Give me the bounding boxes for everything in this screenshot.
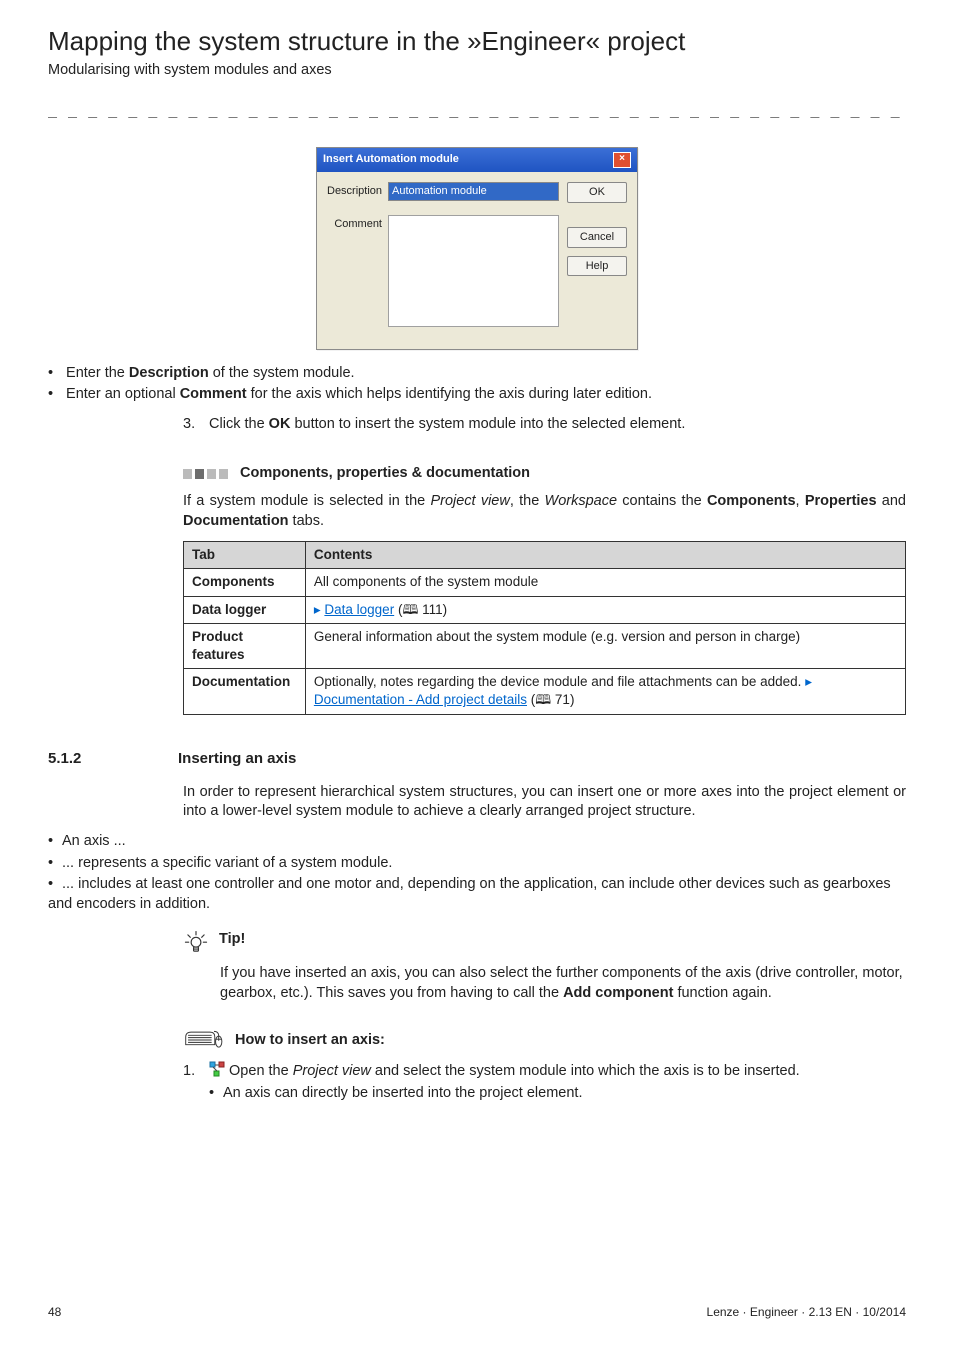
page-subtitle: Modularising with system modules and axe… (48, 61, 906, 81)
sec512-lead: In order to represent hierarchical syste… (183, 783, 906, 822)
description-input[interactable]: Automation module (388, 182, 559, 201)
tabs-table: Tab Contents Components All components o… (183, 541, 906, 715)
dialog-titlebar: Insert Automation module × (317, 148, 637, 172)
howto-step-1: 1. Open the Project view and select the … (183, 1061, 906, 1103)
dialog-title-text: Insert Automation module (323, 152, 459, 167)
help-button[interactable]: Help (567, 256, 627, 277)
section-5-1-2-heading: 5.1.2 Inserting an axis (48, 749, 906, 769)
table-row: Product features General information abo… (184, 623, 906, 668)
comment-textarea[interactable] (388, 215, 559, 327)
table-row: Documentation Optionally, notes regardin… (184, 669, 906, 714)
tip-label: Tip! (219, 930, 245, 950)
bullet-axis: •An axis ... (48, 832, 906, 852)
description-label: Description (327, 182, 382, 199)
cancel-button[interactable]: Cancel (567, 227, 627, 248)
footer-meta: Lenze · Engineer · 2.13 EN · 10/2014 (707, 1304, 906, 1320)
components-section-heading: Components, properties & documentation (183, 464, 906, 484)
bullet-axis-variant: •... represents a specific variant of a … (48, 854, 906, 874)
comment-label: Comment (327, 215, 382, 232)
table-row: Components All components of the system … (184, 569, 906, 596)
th-contents: Contents (305, 542, 905, 569)
page-footer: 48 Lenze · Engineer · 2.13 EN · 10/2014 (48, 1304, 906, 1320)
link-data-logger[interactable]: Data logger (324, 602, 394, 617)
howto-heading: How to insert an axis: (183, 1029, 906, 1051)
bullet-axis-contents: •... includes at least one controller an… (48, 875, 906, 914)
step-3: 3. Click the OK button to insert the sys… (183, 415, 906, 435)
keyboard-mouse-icon (183, 1029, 223, 1051)
bullet-description: • Enter the Description of the system mo… (48, 364, 906, 384)
section-divider-dashes: _ _ _ _ _ _ _ _ _ _ _ _ _ _ _ _ _ _ _ _ … (48, 99, 906, 119)
dialog-insert-automation-module: Insert Automation module × Description A… (316, 147, 638, 350)
table-row: Data logger ▸ Data logger (🕮 111) (184, 596, 906, 623)
ok-button[interactable]: OK (567, 182, 627, 203)
tip-block: Tip! (183, 930, 906, 956)
lightbulb-icon (183, 930, 209, 956)
page-title: Mapping the system structure in the »Eng… (48, 24, 906, 59)
project-tree-icon (209, 1061, 225, 1077)
page-number: 48 (48, 1304, 61, 1320)
link-documentation-details[interactable]: Documentation - Add project details (314, 692, 527, 707)
tip-text: If you have inserted an axis, you can al… (220, 964, 906, 1003)
close-icon[interactable]: × (613, 152, 631, 168)
th-tab: Tab (184, 542, 306, 569)
components-section-para: If a system module is selected in the Pr… (183, 492, 906, 531)
bullet-comment: • Enter an optional Comment for the axis… (48, 385, 906, 405)
